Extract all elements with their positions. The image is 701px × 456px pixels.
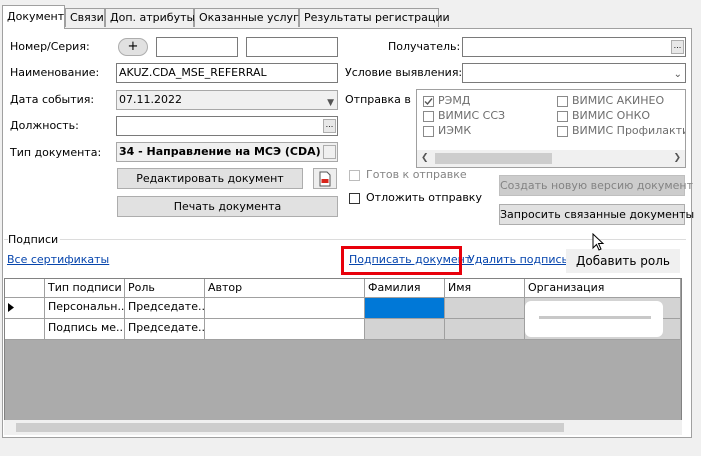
row-header-corner [5,279,45,298]
doc-type-value: 34 - Направление на МСЭ (CDA) [119,145,321,158]
tab-links[interactable]: Связи [65,8,105,27]
pdf-document-icon[interactable] [313,168,337,189]
tipdoc-label: Тип документа: [10,146,102,159]
doc-type-field[interactable]: 34 - Направление на МСЭ (CDA) [116,142,338,162]
send-target-label: ВИМИС ОНКО [572,109,651,122]
recipient-field[interactable]: ... [462,37,686,57]
name-field[interactable]: AKUZ.CDA_MSE_REFERRAL [116,63,338,83]
number-field[interactable] [156,37,238,57]
postpone-label: Отложить отправку [366,191,482,204]
event-date-value: 07.11.2022 [119,93,182,106]
table-cell[interactable] [205,319,365,340]
tab-extra-attributes[interactable]: Доп. атрибуты [105,8,195,27]
ellipsis-icon[interactable]: ... [323,119,336,133]
row-selector[interactable] [5,298,45,319]
send-target-label: ВИМИС АКИНЕО [572,94,665,107]
all-certificates-link[interactable]: Все сертификаты [7,253,109,266]
table-cell[interactable]: Персональн... [45,298,125,319]
send-target-label: РЭМД [438,94,471,107]
table-cell[interactable] [205,298,365,319]
otpravka-label: Отправка в [345,93,411,106]
ellipsis-icon[interactable] [323,145,336,159]
table-cell[interactable]: Председате... [125,298,205,319]
postpone-checkbox[interactable] [349,193,360,204]
send-target-label: ИЭМК [438,124,472,137]
ellipsis-icon[interactable]: ... [671,40,684,54]
ready-checkbox[interactable] [349,170,360,181]
current-row-arrow-icon [8,303,14,312]
send-target-label: ВИМИС ССЗ [438,109,506,122]
table-cell[interactable]: Председате... [125,319,205,340]
delete-signature-link[interactable]: Удалить подпись [468,253,568,266]
send-target-checkbox[interactable] [557,126,568,137]
detection-condition-select[interactable]: ⌄ [462,63,686,83]
add-role-button[interactable]: Добавить роль [566,249,680,273]
chevron-left-icon[interactable]: ❮ [421,153,429,163]
poluch-label: Получатель: [388,40,461,53]
naim-label: Наименование: [10,66,100,79]
dolzh-label: Должность: [10,119,79,132]
horizontal-scrollbar[interactable]: ❮ ❯ [417,150,685,167]
row-selector[interactable] [5,319,45,340]
series-field[interactable] [246,37,338,57]
signatures-group-label: Подписи [8,233,61,246]
send-target-checkbox[interactable] [423,96,434,107]
uslovie-label: Условие выявления: [345,66,463,79]
table-cell[interactable] [445,298,525,319]
column-header[interactable]: Автор [205,279,365,298]
redaction-bar [539,316,651,319]
scrollbar-thumb[interactable] [435,153,552,164]
table-cell[interactable] [365,319,445,340]
send-target-checkbox[interactable] [423,111,434,122]
redacted-organization [525,301,663,337]
signatures-table: Тип подписи Роль Автор Фамилия Имя Орган… [4,278,682,422]
tab-services[interactable]: Оказанные услуги [194,8,306,27]
sign-document-highlight [341,246,462,275]
send-target-checkbox[interactable] [423,126,434,137]
event-date-field[interactable]: 07.11.2022 ▼ [116,90,338,110]
table-cell[interactable]: Подпись ме... [45,319,125,340]
send-targets-list: РЭМД ВИМИС ССЗ ИЭМК ВИМИС АКИНЕО ВИМИС ОНКО В… [416,89,686,168]
mouse-cursor-icon [592,233,605,251]
column-header[interactable]: Фамилия [365,279,445,298]
chevron-right-icon[interactable]: ❯ [673,153,681,163]
tab-document[interactable]: Документ [2,5,65,29]
create-new-version-button[interactable]: Создать новую версию документ [499,175,693,196]
send-target-label: ВИМИС Профилактик [572,124,686,137]
page-horizontal-scrollbar[interactable] [4,420,682,435]
scrollbar-thumb[interactable] [16,423,564,432]
ready-label: Готов к отправке [366,168,467,181]
send-target-checkbox[interactable] [557,111,568,122]
send-target-checkbox[interactable] [557,96,568,107]
chevron-down-icon[interactable]: ▼ [327,94,334,109]
position-field[interactable]: ... [116,116,338,136]
edit-document-button[interactable]: Редактировать документ [117,168,303,189]
print-document-button[interactable]: Печать документа [117,196,338,217]
column-header[interactable]: Имя [445,279,525,298]
tab-registration-results[interactable]: Результаты регистрации [299,8,450,27]
request-linked-documents-button[interactable]: Запросить связанные документы [499,204,694,225]
tab-bar: Документ Связи Доп. атрибуты Оказанные у… [0,0,701,30]
column-header[interactable]: Организация [525,279,681,298]
add-number-button[interactable]: + [118,38,148,56]
chevron-down-icon[interactable]: ⌄ [674,66,682,82]
table-cell[interactable] [445,319,525,340]
column-header[interactable]: Тип подписи [45,279,125,298]
column-header[interactable]: Роль [125,279,205,298]
table-cell-selected[interactable] [365,298,445,319]
date-label: Дата события: [10,93,95,106]
nomer-label: Номер/Серия: [10,40,90,53]
signatures-group-border [4,239,686,240]
